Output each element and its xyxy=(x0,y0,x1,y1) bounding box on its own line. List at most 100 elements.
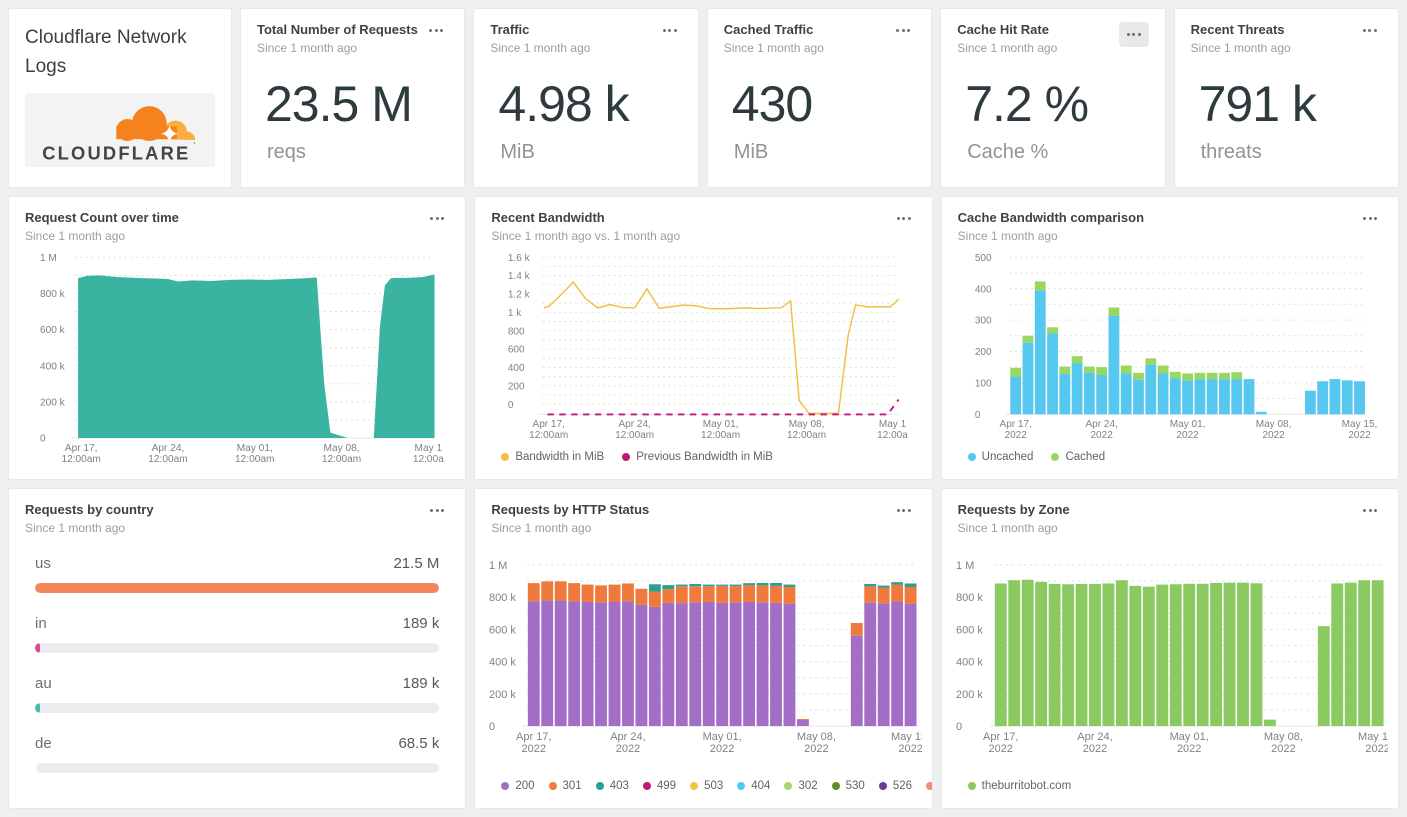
request-count-chart[interactable]: 0200 k400 k600 k800 k1 MApr 17,12:00amAp… xyxy=(21,249,455,466)
legend-dot xyxy=(501,782,510,790)
svg-text:400: 400 xyxy=(975,285,992,296)
legend-label: 404 xyxy=(751,780,771,792)
legend-item[interactable]: 499 xyxy=(642,780,676,792)
svg-text:May 01,: May 01, xyxy=(237,443,273,454)
svg-text:200: 200 xyxy=(975,347,992,358)
svg-text:Apr 17,: Apr 17, xyxy=(533,419,565,430)
panel-menu-button[interactable] xyxy=(892,502,916,519)
legend-label: theburritobot.com xyxy=(981,780,1072,792)
panel-subtitle: Since 1 month ago xyxy=(257,41,358,55)
zone-legend: theburritobot.com xyxy=(958,771,1382,795)
stat-unit: threats xyxy=(1200,141,1262,163)
svg-text:1 M: 1 M xyxy=(956,560,974,572)
svg-text:Apr 24,: Apr 24, xyxy=(152,443,185,454)
svg-text:0: 0 xyxy=(508,400,514,411)
legend-item[interactable]: 526 xyxy=(878,780,912,792)
panel-menu-button[interactable] xyxy=(425,502,449,519)
svg-text:800: 800 xyxy=(508,327,525,338)
legend-label: 503 xyxy=(704,780,724,792)
panel-cache-hit-rate: Cache Hit Rate Since 1 month ago 7.2 % C… xyxy=(940,8,1166,189)
legend-item[interactable]: 503 xyxy=(690,780,723,792)
panel-menu-button[interactable] xyxy=(1358,502,1382,519)
legend-item[interactable]: 301 xyxy=(548,780,582,792)
svg-text:': ' xyxy=(193,140,195,150)
panel-menu-button[interactable] xyxy=(658,22,682,39)
svg-text:600 k: 600 k xyxy=(40,326,66,337)
panel-menu-button[interactable] xyxy=(891,22,915,39)
svg-text:1.6 k: 1.6 k xyxy=(508,253,531,264)
svg-text:2022: 2022 xyxy=(1082,743,1106,755)
svg-text:100: 100 xyxy=(975,379,992,390)
panel-title: Requests by Zone xyxy=(957,502,1070,517)
bottom-charts-row: Requests by country Since 1 month ago us… xyxy=(8,488,1399,809)
panel-subtitle: Since 1 month ago xyxy=(490,41,591,55)
country-row: au 189 k xyxy=(35,675,440,713)
panel-title: Requests by HTTP Status xyxy=(491,502,650,517)
stat-value: 7.2 % xyxy=(965,76,1089,132)
legend-item[interactable]: 200 xyxy=(501,780,535,792)
panel-subtitle: Since 1 month ago xyxy=(25,229,126,244)
legend-item[interactable]: 302 xyxy=(784,780,818,792)
ellipsis-icon xyxy=(430,217,445,221)
svg-text:600 k: 600 k xyxy=(489,624,516,636)
svg-text:12:00am: 12:00am xyxy=(701,430,740,441)
svg-text:800 k: 800 k xyxy=(956,592,983,604)
country-value: 68.5 k xyxy=(398,735,440,752)
bandwidth-chart[interactable]: 02004006008001 k1.2 k1.4 k1.6 kApr 17,12… xyxy=(487,249,921,442)
svg-text:May 01,: May 01, xyxy=(703,731,742,743)
panel-subtitle: Since 1 month ago xyxy=(957,521,1058,535)
legend-item[interactable]: Previous Bandwidth in MiB xyxy=(622,451,773,463)
legend-dot xyxy=(831,782,840,790)
stat-value: 791 k xyxy=(1198,76,1317,132)
panel-title: Request Count over time xyxy=(25,210,179,226)
ellipsis-icon xyxy=(896,509,911,512)
legend-dot xyxy=(784,782,793,790)
panel-menu-button[interactable] xyxy=(1118,22,1149,47)
legend-item[interactable]: Uncached xyxy=(967,451,1034,463)
ellipsis-icon xyxy=(1362,29,1377,32)
panel-subtitle: Since 1 month ago vs. 1 month ago xyxy=(491,229,681,244)
svg-text:2022: 2022 xyxy=(1176,430,1199,441)
panel-menu-button[interactable] xyxy=(424,22,448,39)
legend-item[interactable]: theburritobot.com xyxy=(967,780,1072,792)
svg-text:May 1: May 1 xyxy=(879,419,907,430)
zone-chart[interactable]: 0200 k400 k600 k800 k1 MApr 17,2022Apr 2… xyxy=(954,541,1388,771)
svg-text:0: 0 xyxy=(956,721,962,733)
svg-text:2022: 2022 xyxy=(522,743,546,755)
panel-menu-button[interactable] xyxy=(892,210,916,227)
legend-item[interactable]: 403 xyxy=(595,780,629,792)
svg-text:0: 0 xyxy=(975,410,981,421)
legend-dot xyxy=(622,453,631,461)
country-row: us 21.5 M xyxy=(35,555,440,593)
http-status-chart[interactable]: 0200 k400 k600 k800 k1 MApr 17,2022Apr 2… xyxy=(487,541,921,771)
panel-subtitle: Since 1 month ago xyxy=(1190,41,1291,55)
legend-label: Uncached xyxy=(981,451,1034,463)
svg-text:400: 400 xyxy=(508,363,525,374)
stat-unit: reqs xyxy=(267,141,306,163)
panel-requests-by-http-status: Requests by HTTP Status Since 1 month ag… xyxy=(474,488,933,809)
panel-title: Cached Traffic xyxy=(723,22,814,37)
legend-item[interactable]: 404 xyxy=(737,780,770,792)
panel-menu-button[interactable] xyxy=(425,210,449,227)
legend-item[interactable]: 530 xyxy=(831,780,865,792)
legend-item[interactable]: 524 xyxy=(926,780,932,792)
panel-subtitle: Since 1 month ago xyxy=(491,521,592,535)
panel-title: Cache Hit Rate xyxy=(957,22,1049,37)
ellipsis-icon xyxy=(429,29,444,32)
cache-bandwidth-chart[interactable]: 0100200300400500Apr 17,2022Apr 24,2022Ma… xyxy=(954,249,1388,442)
legend-dot xyxy=(690,782,699,790)
legend-dot xyxy=(595,782,604,790)
panel-total-requests: Total Number of Requests Since 1 month a… xyxy=(240,8,466,189)
panel-requests-by-country: Requests by country Since 1 month ago us… xyxy=(8,488,467,809)
svg-text:1.4 k: 1.4 k xyxy=(508,272,531,283)
svg-text:May 08,: May 08, xyxy=(789,419,825,430)
country-code: in xyxy=(35,615,47,632)
panel-title: Recent Threats xyxy=(1190,22,1285,37)
panel-menu-button[interactable] xyxy=(1358,210,1382,227)
panel-menu-button[interactable] xyxy=(1358,22,1382,39)
legend-dot xyxy=(737,782,746,790)
legend-dot xyxy=(548,782,557,790)
legend-item[interactable]: Bandwidth in MiB xyxy=(501,451,604,463)
legend-item[interactable]: Cached xyxy=(1051,451,1105,463)
legend-dot xyxy=(967,453,976,461)
